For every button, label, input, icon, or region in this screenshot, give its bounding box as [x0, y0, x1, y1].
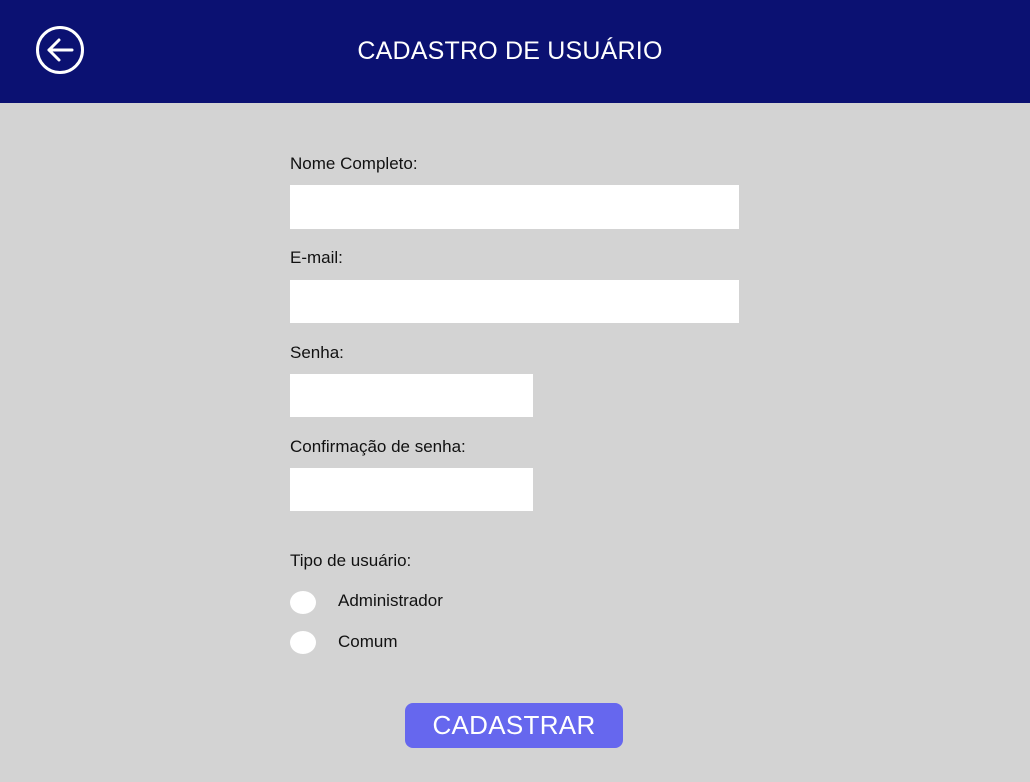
- password-label: Senha:: [290, 343, 344, 362]
- radio-comum[interactable]: [290, 631, 316, 654]
- email-input[interactable]: [290, 280, 739, 323]
- password-confirm-input[interactable]: [290, 468, 533, 511]
- radio-administrador-label[interactable]: Administrador: [338, 591, 443, 611]
- radio-administrador[interactable]: [290, 591, 316, 614]
- full-name-label: Nome Completo:: [290, 154, 418, 173]
- user-type-label: Tipo de usuário:: [290, 551, 412, 570]
- password-input[interactable]: [290, 374, 533, 417]
- radio-comum-label[interactable]: Comum: [338, 632, 398, 652]
- register-button[interactable]: CADASTRAR: [405, 703, 623, 748]
- email-label: E-mail:: [290, 248, 343, 267]
- password-confirm-label: Confirmação de senha:: [290, 437, 466, 456]
- page-title: CADASTRO DE USUÁRIO: [357, 37, 663, 65]
- full-name-input[interactable]: [290, 185, 739, 229]
- app-header: CADASTRO DE USUÁRIO: [0, 0, 1030, 103]
